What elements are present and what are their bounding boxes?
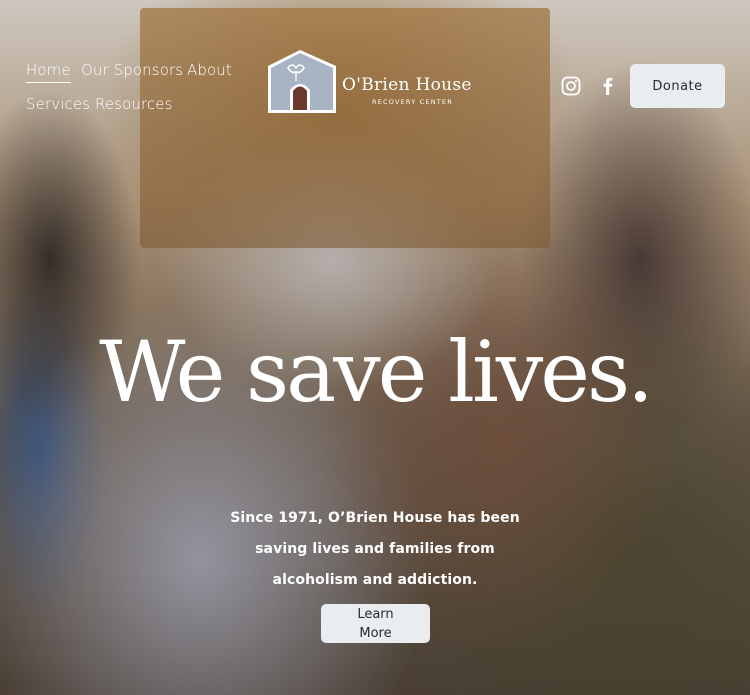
nav-link-our-sponsors[interactable]: Our Sponsors (81, 61, 183, 79)
learn-more-label-line2: More (359, 626, 392, 641)
learn-more-label-line1: Learn (357, 607, 394, 622)
house-logo-icon (268, 50, 336, 113)
hero-headline: We save lives. (99, 323, 654, 421)
nav-link-about[interactable]: About (187, 61, 232, 79)
nav-link-resources[interactable]: Resources (95, 95, 173, 113)
logo-name: O'Brien House (342, 75, 472, 95)
hero-description: Since 1971, O’Brien House has been savin… (230, 510, 520, 588)
logo-subtitle: RECOVERY CENTER (372, 98, 453, 106)
nav-link-services[interactable]: Services (26, 95, 90, 113)
site-logo[interactable]: O'Brien House RECOVERY CENTER (266, 48, 488, 114)
instagram-icon[interactable] (561, 76, 581, 96)
facebook-icon[interactable] (598, 76, 618, 96)
nav-link-home[interactable]: Home (26, 61, 71, 83)
donate-button[interactable]: Donate (630, 64, 725, 108)
learn-more-button[interactable]: Learn More (321, 604, 430, 643)
